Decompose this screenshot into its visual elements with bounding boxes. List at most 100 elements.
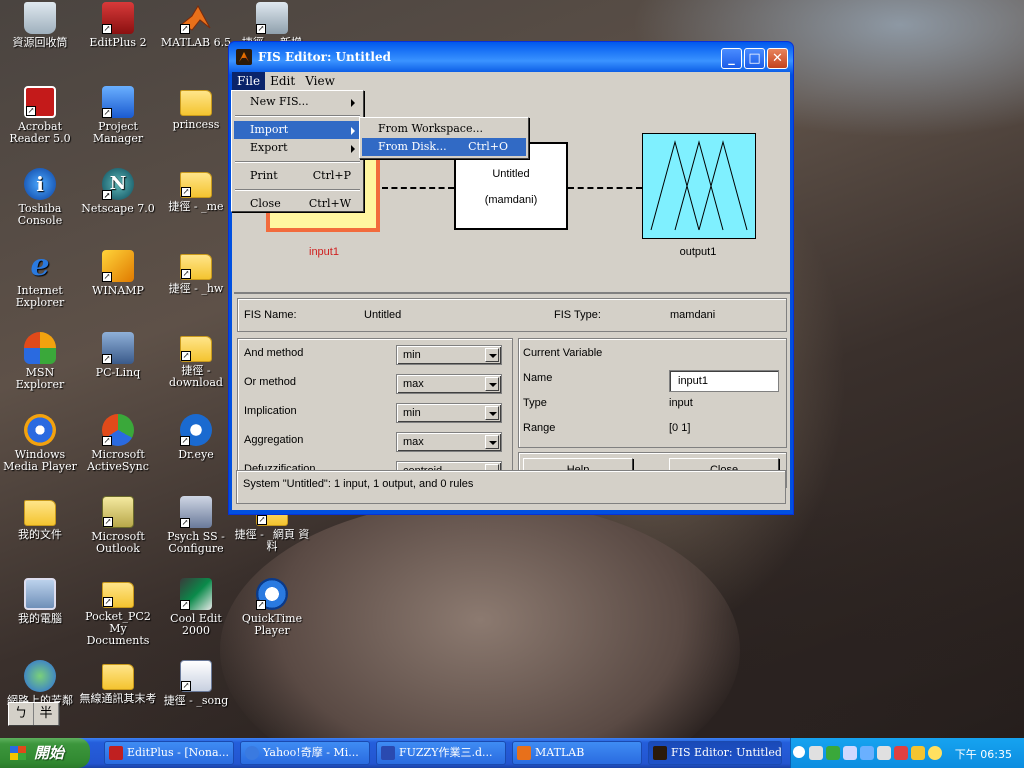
start-label: 開始 — [34, 744, 65, 762]
minimize-button[interactable]: _ — [721, 48, 742, 69]
menu-item-label: From Workspace... — [378, 122, 483, 135]
membership-functions-graphic — [650, 140, 748, 231]
and-method-select[interactable]: min — [396, 345, 502, 365]
desktop-icon-princess[interactable]: princess — [156, 86, 236, 131]
tray-app-icon[interactable] — [843, 746, 857, 760]
desktop-icon-netscape[interactable]: N ↗ Netscape 7.0 — [78, 168, 158, 215]
implication-select[interactable]: min — [396, 403, 502, 423]
tray-expand-icon[interactable] — [793, 746, 805, 758]
ime-toolbar[interactable]: ㄅ 半 — [8, 702, 60, 726]
tray-app-icon[interactable] — [911, 746, 925, 760]
recycle-bin-icon — [24, 2, 56, 34]
icon-label: 資源回收筒 — [12, 36, 68, 49]
folder-icon: ↗ — [180, 336, 212, 362]
tray-app-icon[interactable] — [860, 746, 874, 760]
task-word[interactable]: FUZZY作業三.d... — [376, 741, 506, 765]
outlook-icon: ↗ — [102, 496, 134, 528]
ime-width[interactable]: 半 — [34, 703, 59, 725]
windows-logo-icon — [10, 746, 26, 760]
desktop-icon-acrobat[interactable]: ↗ Acrobat Reader 5.0 — [0, 86, 80, 145]
tray-app-icon[interactable] — [894, 746, 908, 760]
start-button[interactable]: 開始 — [0, 738, 90, 768]
desktop-icon-media-player[interactable]: Windows Media Player — [0, 414, 80, 473]
task-label: FIS Editor: Untitled — [671, 746, 782, 759]
status-panel: System "Untitled": 1 input, 1 output, an… — [236, 470, 786, 504]
clock[interactable]: 下午 06:35 — [955, 746, 1012, 762]
menu-item-print[interactable]: Print Ctrl+P — [234, 167, 361, 185]
desktop-icon-winamp[interactable]: ↗ WINAMP — [78, 250, 158, 297]
desktop-icon-recycle-bin[interactable]: 資源回收筒 — [0, 2, 80, 49]
desktop-icon-activesync[interactable]: ↗ Microsoft ActiveSync — [78, 414, 158, 473]
task-matlab[interactable]: MATLAB — [512, 741, 642, 765]
icon-label: 捷徑 - _hw — [168, 282, 224, 295]
variable-name-input[interactable] — [669, 370, 779, 392]
icon-label: MSN Explorer — [15, 366, 65, 391]
desktop-icon-msn[interactable]: MSN Explorer — [0, 332, 80, 391]
icon-label: 我的電腦 — [18, 612, 62, 625]
desktop-icon-outlook[interactable]: ↗ Microsoft Outlook — [78, 496, 158, 555]
desktop-icon-cool-edit[interactable]: ↗ Cool Edit 2000 — [156, 578, 236, 637]
variable-type-value: input — [669, 397, 693, 409]
desktop-icon-matlab[interactable]: ↗ MATLAB 6.5 — [156, 2, 236, 49]
icon-label: Pocket_PC2 My Documents — [85, 610, 151, 647]
tray-app-icon[interactable] — [809, 746, 823, 760]
desktop-icon-project-manager[interactable]: ↗ Project Manager — [78, 86, 158, 145]
aggregation-select[interactable]: max — [396, 432, 502, 452]
task-yahoo[interactable]: Yahoo!奇摩 - Mi... — [240, 741, 370, 765]
desktop-icon-my-documents[interactable]: 我的文件 — [0, 496, 80, 541]
desktop-icon-my-computer[interactable]: 我的電腦 — [0, 578, 80, 625]
menu-file[interactable]: File — [232, 72, 266, 90]
ime-mode[interactable]: ㄅ — [9, 703, 34, 725]
psych-icon: ↗ — [180, 496, 212, 528]
menu-item-close[interactable]: Close Ctrl+W — [234, 195, 361, 213]
menu-item-new-fis[interactable]: New FIS... — [234, 93, 361, 111]
input-connector — [382, 187, 454, 189]
desktop-icon-shortcut-hw[interactable]: ↗ 捷徑 - _hw — [156, 250, 236, 295]
chevron-down-icon[interactable] — [485, 435, 499, 449]
tray-app-icon[interactable] — [928, 746, 942, 760]
chevron-down-icon[interactable] — [485, 406, 499, 420]
or-method-value: max — [403, 378, 424, 390]
menu-view[interactable]: View — [300, 72, 340, 90]
input-label: input1 — [309, 246, 339, 258]
editplus-icon: ↗ — [102, 2, 134, 34]
menu-separator — [235, 189, 360, 191]
output-block[interactable] — [642, 133, 756, 239]
desktop-icon-folder-exam[interactable]: 無線通訊其末考 — [78, 660, 158, 705]
variable-range-label: Range — [523, 422, 556, 434]
icon-label: Toshiba Console — [17, 202, 63, 227]
my-computer-icon — [24, 578, 56, 610]
tray-app-icon[interactable] — [826, 746, 840, 760]
desktop-icon-pc-linq[interactable]: ↗ PC-Linq — [78, 332, 158, 379]
menu-item-export[interactable]: Export — [234, 139, 361, 157]
desktop-icon-toshiba[interactable]: i Toshiba Console — [0, 168, 80, 227]
maximize-button[interactable]: □ — [744, 48, 765, 69]
desktop-icon-dreye[interactable]: ↗ Dr.eye — [156, 414, 236, 461]
taskbar: 開始 EditPlus - [Nona... Yahoo!奇摩 - Mi... … — [0, 738, 1024, 768]
menu-edit[interactable]: Edit — [265, 72, 300, 90]
desktop-icon-network[interactable]: 網路上的芳鄰 — [0, 660, 80, 707]
desktop-icon-shortcut-download[interactable]: ↗ 捷徑 - download — [156, 332, 236, 389]
task-fis-editor[interactable]: FIS Editor: Untitled — [648, 741, 782, 765]
desktop-icon-psych[interactable]: ↗ Psych SS - Configure — [156, 496, 236, 555]
icon-label: Internet Explorer — [15, 284, 65, 309]
menu-item-import[interactable]: Import — [234, 121, 361, 139]
desktop-icon-quicktime[interactable]: ↗ QuickTime Player — [232, 578, 312, 637]
title-bar[interactable]: FIS Editor: Untitled _ □ ✕ — [232, 42, 790, 72]
close-window-button[interactable]: ✕ — [767, 48, 788, 69]
tray-app-icon[interactable] — [877, 746, 891, 760]
or-method-select[interactable]: max — [396, 374, 502, 394]
pc-linq-icon: ↗ — [102, 332, 134, 364]
desktop-icon-pocketpc[interactable]: ↗ Pocket_PC2 My Documents — [78, 578, 158, 647]
menu-item-from-disk[interactable]: From Disk... Ctrl+O — [362, 138, 526, 156]
desktop-icon-editplus[interactable]: ↗ EditPlus 2 — [78, 2, 158, 49]
chevron-down-icon[interactable] — [485, 377, 499, 391]
desktop-icon-ie[interactable]: e Internet Explorer — [0, 250, 80, 309]
desktop-icon-shortcut-song[interactable]: ↗ 捷徑 - _song — [156, 660, 236, 707]
menu-item-from-workspace[interactable]: From Workspace... — [362, 120, 526, 138]
chevron-down-icon[interactable] — [485, 348, 499, 362]
task-editplus[interactable]: EditPlus - [Nona... — [104, 741, 234, 765]
desktop-icon-shortcut-me[interactable]: ↗ 捷徑 - _me — [156, 168, 236, 213]
folder-icon: ↗ — [180, 254, 212, 280]
icon-label: Cool Edit 2000 — [170, 612, 222, 637]
